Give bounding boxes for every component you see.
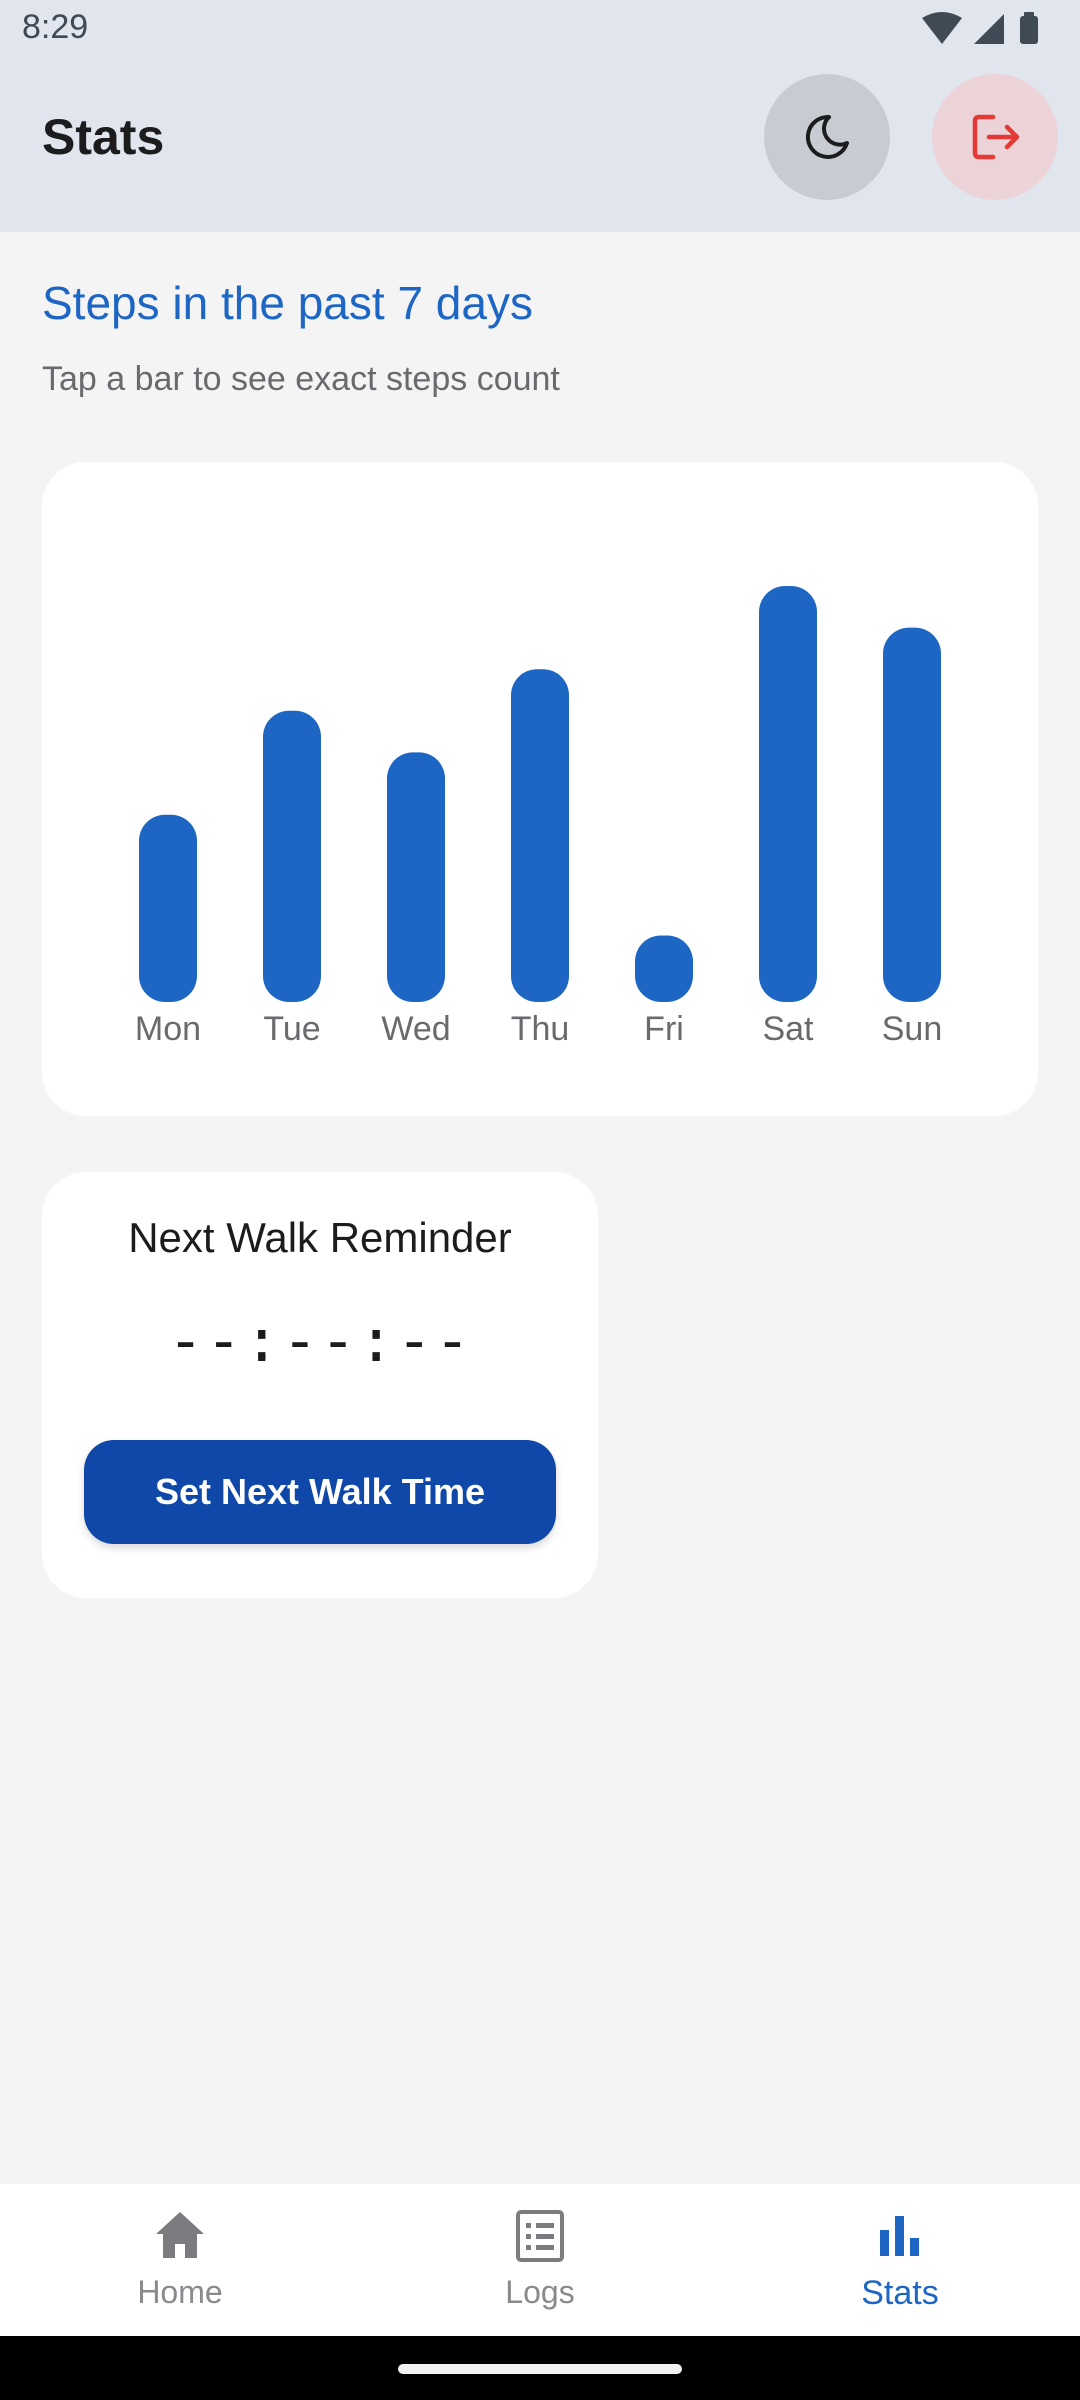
signal-icon	[974, 14, 1004, 44]
steps-bar-chart: Mon Tue Wed Thu Fri Sat Sun	[135, 586, 943, 1048]
bar-label-thu: Thu	[511, 1010, 570, 1048]
bar-sat[interactable]	[759, 586, 817, 1002]
status-time: 8:29	[22, 8, 89, 46]
bar-label-wed: Wed	[381, 1010, 450, 1048]
bar-sun[interactable]	[883, 627, 941, 1002]
bar-wed[interactable]	[387, 752, 445, 1002]
reminder-time: --:--:--	[167, 1306, 473, 1376]
gesture-handle[interactable]	[398, 2364, 682, 2374]
gesture-bar	[0, 2336, 1080, 2400]
steps-chart-card: Mon Tue Wed Thu Fri Sat Sun	[42, 462, 1038, 1116]
page-title: Stats	[42, 109, 165, 165]
nav-label-stats: Stats	[861, 2274, 939, 2312]
bar-tue[interactable]	[263, 710, 321, 1002]
bar-label-tue: Tue	[263, 1010, 320, 1048]
status-icons	[912, 10, 1062, 50]
bar-label-mon: Mon	[135, 1010, 201, 1048]
app-bar: Stats	[0, 64, 1080, 232]
set-next-walk-time-button[interactable]: Set Next Walk Time	[84, 1440, 556, 1544]
moon-icon	[805, 114, 849, 159]
bar-label-sun: Sun	[882, 1010, 943, 1048]
section-title: Steps in the past 7 days	[42, 277, 533, 329]
bar-mon[interactable]	[139, 814, 197, 1002]
bar-fri[interactable]	[635, 935, 693, 1002]
section-subtitle: Tap a bar to see exact steps count	[42, 360, 560, 398]
bar-label-fri: Fri	[644, 1010, 684, 1048]
home-icon	[156, 2212, 204, 2258]
bar-label-sat: Sat	[762, 1010, 814, 1048]
nav-item-stats[interactable]: Stats	[720, 2184, 1080, 2336]
list-icon	[516, 2210, 564, 2262]
reminder-title: Next Walk Reminder	[128, 1214, 512, 1261]
logout-button[interactable]	[932, 74, 1058, 200]
theme-toggle-button[interactable]	[764, 74, 890, 200]
bottom-nav: Home Logs Stats	[0, 2184, 1080, 2336]
battery-icon	[1020, 12, 1038, 44]
nav-item-logs[interactable]: Logs	[360, 2184, 720, 2336]
nav-item-home[interactable]: Home	[0, 2184, 360, 2336]
nav-label-logs: Logs	[505, 2274, 575, 2310]
wifi-icon	[922, 12, 962, 44]
bar-thu[interactable]	[511, 669, 569, 1002]
status-bar: 8:29	[0, 0, 1080, 64]
nav-label-home: Home	[137, 2274, 223, 2310]
logout-icon	[972, 114, 1020, 160]
bar-chart-icon	[880, 2216, 919, 2256]
walk-reminder-card: Next Walk Reminder --:--:-- Set Next Wal…	[42, 1172, 598, 1598]
